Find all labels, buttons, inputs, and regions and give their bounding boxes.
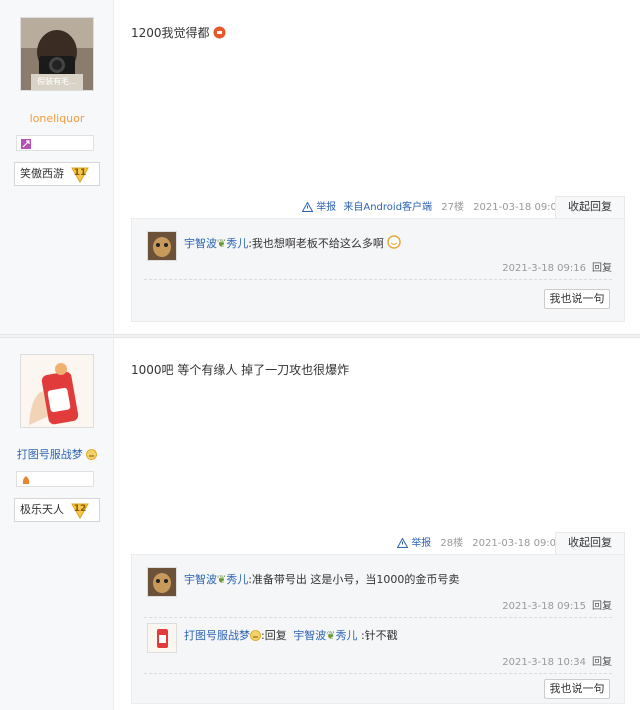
reply-text: :我也想啊老板不给这么多啊 <box>248 237 384 250</box>
smile-emoji-icon <box>387 235 402 252</box>
report-link[interactable]: 举报 <box>397 538 434 549</box>
warning-triangle-icon <box>397 538 408 548</box>
reply-time: 2021-3-18 09:16 回复 <box>502 263 612 274</box>
reply-box: 宇智波❦秀儿:准备带号出 这是小号，当1000的金币号卖 2021-3-18 0… <box>131 554 625 704</box>
fire-icon <box>21 474 31 484</box>
reply-link[interactable]: 回复 <box>592 601 612 612</box>
post-floor-28: 打图号服战梦 极乐天人 12 1000吧 等个有缘人 掉了一刀攻也很爆炸 举报 … <box>0 338 640 710</box>
reply-item: 宇智波❦秀儿:我也想啊老板不给这么多啊 2021-3-18 09:16 回复 <box>144 231 612 274</box>
username[interactable]: 打图号服战梦 <box>0 446 114 463</box>
medal-slot <box>16 471 94 487</box>
reply-separator <box>144 279 612 280</box>
report-link[interactable]: 举报 <box>302 202 339 213</box>
floor-number: 28楼 <box>440 538 464 549</box>
say-something-button[interactable]: 我也说一句 <box>544 679 610 699</box>
post-meta: 举报 28楼 2021-03-18 09:02 <box>397 534 562 554</box>
reply-text: :准备带号出 这是小号，当1000的金币号卖 <box>248 573 460 586</box>
reply-time: 2021-3-18 10:34 回复 <box>502 657 612 668</box>
reply-box: 宇智波❦秀儿:我也想啊老板不给这么多啊 2021-3-18 09:16 回复 我也… <box>131 218 625 322</box>
avatar[interactable] <box>20 354 94 428</box>
avatar[interactable]: 假装有毛... <box>20 17 94 91</box>
member-badge[interactable]: 笑傲西游 11 <box>14 162 100 186</box>
say-something-button[interactable]: 我也说一句 <box>544 289 610 309</box>
post-meta: 举报 来自Android客户端 27楼 2021-03-18 09:00 <box>302 198 563 218</box>
sweat-emoji-icon <box>86 449 98 463</box>
reply-separator <box>144 617 612 618</box>
reply-username[interactable]: 宇智波❦秀儿 <box>184 573 248 586</box>
reply-username[interactable]: 宇智波❦秀儿 <box>184 237 248 250</box>
reply-target-username[interactable]: 宇智波❦秀儿 <box>293 629 357 642</box>
badge-name: 笑傲西游 <box>20 167 64 180</box>
reply-avatar[interactable] <box>147 231 177 261</box>
member-badge[interactable]: 极乐天人 12 <box>14 498 100 522</box>
reply-link[interactable]: 回复 <box>592 657 612 668</box>
post-time: 2021-03-18 09:02 <box>472 538 563 549</box>
post-content: 1000吧 等个有缘人 掉了一刀攻也很爆炸 <box>131 363 350 377</box>
warning-triangle-icon <box>302 202 313 212</box>
fold-reply-button[interactable]: 收起回复 <box>555 532 625 554</box>
svg-text:假装有毛...: 假装有毛... <box>37 76 77 86</box>
client-source[interactable]: 来自Android客户端 <box>343 202 432 213</box>
sweat-emoji-icon <box>213 26 226 42</box>
level-badge-icon: 11 <box>71 165 89 183</box>
reply-text: :针不戳 <box>360 629 398 642</box>
reply-line: 宇智波❦秀儿:准备带号出 这是小号，当1000的金币号卖 <box>184 571 459 587</box>
badge-name: 极乐天人 <box>20 503 64 516</box>
reply-avatar[interactable] <box>147 623 177 653</box>
reply-link[interactable]: 回复 <box>592 263 612 274</box>
reply-item: 打图号服战梦:回复 宇智波❦秀儿 :针不戳 2021-3-18 10:34 回复 <box>144 623 612 668</box>
reply-separator <box>144 673 612 674</box>
sagittarius-icon <box>21 138 31 149</box>
reply-item: 宇智波❦秀儿:准备带号出 这是小号，当1000的金币号卖 2021-3-18 0… <box>144 567 612 612</box>
post-floor-27: 假装有毛... loneliquor 笑傲西游 11 1200我觉得都 举报 来… <box>0 0 640 334</box>
user-sidebar: 打图号服战梦 极乐天人 12 <box>0 338 114 710</box>
reply-line: 打图号服战梦:回复 宇智波❦秀儿 :针不戳 <box>184 629 398 644</box>
reply-avatar[interactable] <box>147 567 177 597</box>
fold-reply-button[interactable]: 收起回复 <box>555 196 625 218</box>
user-sidebar: 假装有毛... loneliquor 笑傲西游 11 <box>0 0 114 334</box>
leaf-icon: ❦ <box>217 237 227 250</box>
reply-time: 2021-3-18 09:15 回复 <box>502 601 612 612</box>
post-time: 2021-03-18 09:00 <box>473 202 564 213</box>
leaf-icon: ❦ <box>217 573 227 586</box>
level-badge-icon: 12 <box>71 501 89 519</box>
username[interactable]: loneliquor <box>0 112 114 125</box>
reply-username[interactable]: 打图号服战梦 <box>184 629 250 642</box>
post-content: 1200我觉得都 <box>131 24 226 42</box>
reply-line: 宇智波❦秀儿:我也想啊老板不给这么多啊 <box>184 235 402 252</box>
medal-slot <box>16 135 94 151</box>
sweat-emoji-icon <box>250 630 261 644</box>
floor-number: 27楼 <box>441 202 464 213</box>
